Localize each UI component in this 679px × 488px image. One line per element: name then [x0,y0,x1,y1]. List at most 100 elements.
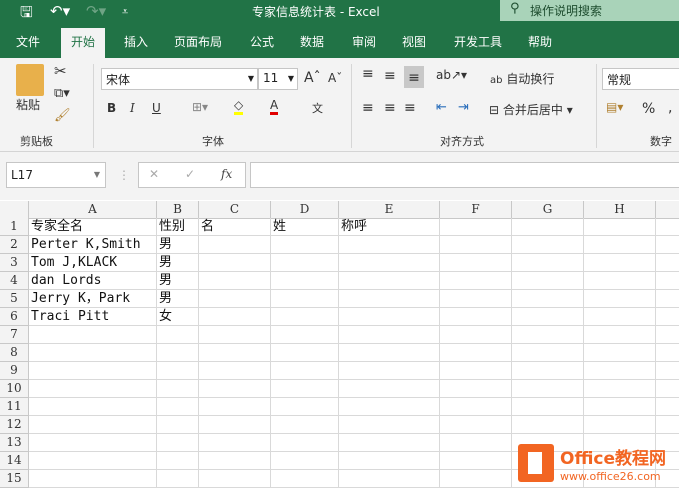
cell[interactable] [656,254,679,272]
cell[interactable] [271,254,339,272]
cell[interactable] [512,236,584,254]
cell[interactable] [656,326,679,344]
cell[interactable] [199,236,271,254]
decrease-indent-icon[interactable]: ⇤ [436,100,447,115]
cell[interactable] [339,326,440,344]
cell[interactable] [440,290,512,308]
row-header[interactable]: 5 [0,290,29,308]
font-name-select[interactable]: 宋体 ▼ [101,68,258,90]
row-header[interactable]: 15 [0,470,29,488]
cell[interactable] [29,380,157,398]
insert-function-button[interactable]: fx [221,167,232,181]
column-header-E[interactable]: E [339,201,440,219]
select-all-corner[interactable] [0,201,29,219]
cell[interactable] [199,254,271,272]
cell[interactable] [271,470,339,488]
percent-button[interactable]: % [642,101,655,117]
cell[interactable]: 男 [157,254,199,272]
copy-icon[interactable]: ⧉▾ [54,86,70,101]
cell[interactable] [584,236,656,254]
cell[interactable] [199,344,271,362]
cell[interactable] [656,362,679,380]
column-header-B[interactable]: B [157,201,199,219]
cell[interactable] [584,416,656,434]
row-header[interactable]: 7 [0,326,29,344]
align-center-icon[interactable]: ≡ [384,100,396,116]
cell[interactable]: 男 [157,290,199,308]
cell[interactable] [656,416,679,434]
row-header[interactable]: 11 [0,398,29,416]
cell[interactable] [271,290,339,308]
orientation-icon[interactable]: ab↗▾ [436,68,467,82]
cell[interactable] [339,308,440,326]
align-left-icon[interactable]: ≡ [362,100,374,116]
cell[interactable] [440,236,512,254]
fill-color-icon[interactable]: ◇ [234,98,244,115]
tab-view[interactable]: 视图 [402,33,426,50]
cell[interactable] [29,416,157,434]
cell[interactable] [339,416,440,434]
cell[interactable] [512,416,584,434]
row-header[interactable]: 8 [0,344,29,362]
align-right-icon[interactable]: ≡ [404,100,416,116]
row-header[interactable]: 2 [0,236,29,254]
phonetic-icon[interactable]: 文 [312,100,323,116]
cell[interactable] [512,326,584,344]
tab-developer[interactable]: 开发工具 [454,33,502,50]
column-header-A[interactable]: A [29,201,157,219]
font-color-button[interactable]: A [270,98,279,115]
customize-qat-icon[interactable]: ⩡ [122,5,128,19]
merge-center-button[interactable]: ⊟ 合并后居中 ▾ [489,101,573,118]
cell[interactable] [271,272,339,290]
cell[interactable] [512,254,584,272]
comma-button[interactable]: , [668,100,672,116]
cell[interactable] [440,380,512,398]
cell[interactable] [157,362,199,380]
tell-me-search[interactable]: ⚲ 操作说明搜索 [500,0,679,21]
cell[interactable] [199,380,271,398]
cell[interactable]: 男 [157,272,199,290]
cell[interactable]: dan Lords [29,272,157,290]
cell[interactable] [271,236,339,254]
cell[interactable] [339,254,440,272]
cell[interactable] [440,344,512,362]
enter-icon[interactable]: ✓ [185,167,195,181]
cell[interactable] [656,218,679,236]
number-format-select[interactable]: 常规 [602,68,679,90]
row-header[interactable]: 13 [0,434,29,452]
cell[interactable] [157,344,199,362]
cell[interactable]: Jerry K，Park [29,290,157,308]
cell[interactable] [584,362,656,380]
cell[interactable] [271,344,339,362]
cell[interactable] [440,326,512,344]
cell[interactable] [656,344,679,362]
underline-button[interactable]: U [152,101,161,115]
tab-page-layout[interactable]: 页面布局 [174,33,222,50]
cell[interactable] [271,362,339,380]
cell[interactable] [440,434,512,452]
cell[interactable] [29,434,157,452]
cell[interactable] [339,362,440,380]
cell[interactable] [512,398,584,416]
row-header[interactable]: 10 [0,380,29,398]
cell[interactable] [157,380,199,398]
cell[interactable] [339,290,440,308]
cell[interactable] [440,470,512,488]
row-header[interactable]: 1 [0,218,29,236]
cell[interactable] [199,290,271,308]
cell[interactable] [584,344,656,362]
cell[interactable] [656,236,679,254]
cell[interactable] [656,308,679,326]
align-bottom-icon[interactable]: ≡ [404,66,424,88]
cell[interactable] [271,398,339,416]
row-header[interactable]: 6 [0,308,29,326]
cell[interactable] [512,308,584,326]
borders-icon[interactable]: ⊞▾ [192,100,208,114]
cell[interactable] [584,218,656,236]
accounting-format-icon[interactable]: ▤▾ [606,100,623,114]
cell[interactable] [271,326,339,344]
cell[interactable]: 名 [199,218,271,236]
cell[interactable] [339,272,440,290]
undo-icon[interactable]: ↶▾ [50,2,70,20]
name-box[interactable]: L17 ▼ [6,162,106,188]
